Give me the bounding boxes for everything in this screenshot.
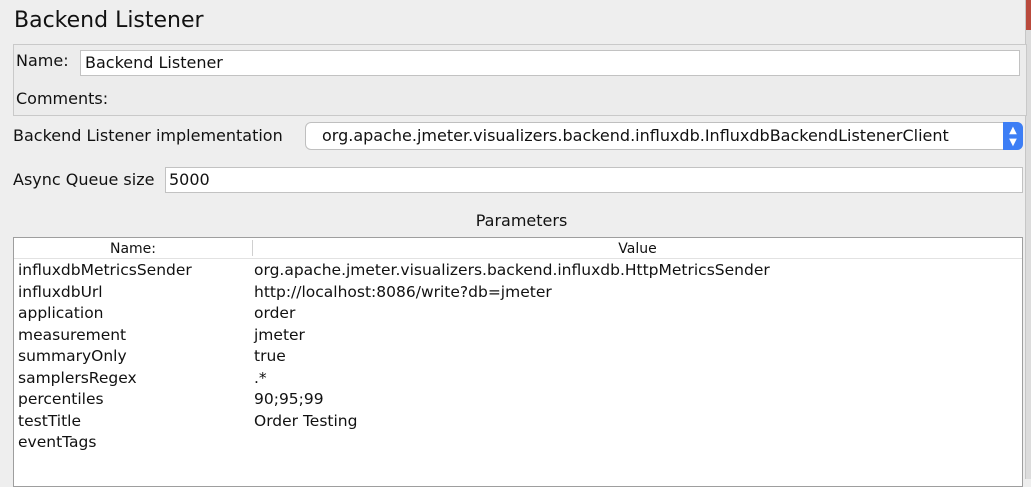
page-title: Backend Listener [14, 8, 204, 33]
name-label: Name: [16, 51, 69, 70]
param-name-cell[interactable]: percentiles [18, 389, 104, 411]
param-name-cell[interactable]: influxdbMetricsSender [18, 260, 192, 282]
param-value-cell[interactable]: true [254, 346, 286, 368]
param-name-cell[interactable]: samplersRegex [18, 368, 137, 390]
param-name-cell[interactable]: application [18, 303, 104, 325]
implementation-select[interactable]: org.apache.jmeter.visualizers.backend.in… [305, 122, 1023, 150]
window-edge-accent [1026, 0, 1031, 30]
param-name-cell[interactable]: measurement [18, 325, 126, 347]
param-name-cell[interactable]: influxdbUrl [18, 282, 103, 304]
updown-arrows-icon[interactable]: ▲ ▼ [1003, 122, 1023, 150]
param-value-cell[interactable]: order [254, 303, 295, 325]
table-row[interactable]: samplersRegex .* [14, 368, 1022, 390]
table-row[interactable]: percentiles 90;95;99 [14, 389, 1022, 411]
param-name-cell[interactable]: eventTags [18, 432, 96, 454]
param-name-cell[interactable]: testTitle [18, 411, 81, 433]
table-body: influxdbMetricsSender org.apache.jmeter.… [14, 260, 1022, 454]
parameters-table[interactable]: Name: Value influxdbMetricsSender org.ap… [13, 237, 1023, 487]
name-comments-panel: Name: Backend Listener Comments: [13, 44, 1027, 116]
column-header-value[interactable]: Value [253, 241, 1022, 257]
implementation-label: Backend Listener implementation [13, 126, 283, 145]
param-value-cell[interactable]: Order Testing [254, 411, 357, 433]
param-value-cell[interactable]: org.apache.jmeter.visualizers.backend.in… [254, 260, 770, 282]
parameters-title: Parameters [475, 211, 568, 230]
param-value-cell[interactable]: http://localhost:8086/write?db=jmeter [254, 282, 552, 304]
table-row[interactable]: summaryOnly true [14, 346, 1022, 368]
table-row[interactable]: measurement jmeter [14, 325, 1022, 347]
implementation-selected-value: org.apache.jmeter.visualizers.backend.in… [322, 126, 949, 145]
param-value-cell[interactable]: jmeter [254, 325, 305, 347]
async-queue-label: Async Queue size [13, 170, 155, 189]
table-row[interactable]: influxdbUrl http://localhost:8086/write?… [14, 282, 1022, 304]
async-queue-field[interactable]: 5000 [165, 167, 1023, 193]
table-row[interactable]: application order [14, 303, 1022, 325]
table-row[interactable]: eventTags [14, 432, 1022, 454]
table-row[interactable]: influxdbMetricsSender org.apache.jmeter.… [14, 260, 1022, 282]
table-row[interactable]: testTitle Order Testing [14, 411, 1022, 433]
comments-label[interactable]: Comments: [16, 89, 108, 108]
param-value-cell[interactable]: .* [254, 368, 267, 390]
table-header: Name: Value [14, 238, 1022, 259]
column-header-name[interactable]: Name: [14, 241, 252, 257]
name-field[interactable]: Backend Listener [80, 50, 1020, 76]
param-value-cell[interactable]: 90;95;99 [254, 389, 324, 411]
param-name-cell[interactable]: summaryOnly [18, 346, 127, 368]
